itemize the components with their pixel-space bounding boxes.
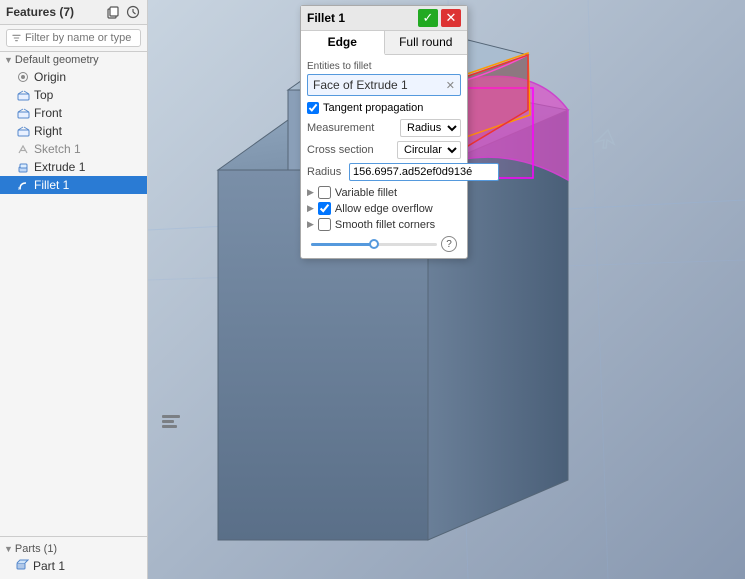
origin-icon [16, 70, 30, 84]
radius-input[interactable] [349, 163, 499, 181]
sidebar: Features (7) [0, 0, 148, 579]
tangent-propagation-checkbox[interactable] [307, 102, 319, 114]
smooth-fillet-corners-row: ▶ Smooth fillet corners [307, 218, 461, 231]
part-icon [16, 559, 29, 573]
viewport[interactable]: Right Fillet 1 ✓ ✕ Edge Full round E [148, 0, 745, 579]
tree-item-fillet1[interactable]: Fillet 1 [0, 176, 147, 194]
tree-item-extrude1[interactable]: Extrude 1 [0, 158, 147, 176]
entities-clear-button[interactable]: ✕ [446, 79, 455, 92]
fillet-tabs: Edge Full round [301, 31, 467, 55]
tangent-propagation-label: Tangent propagation [323, 102, 423, 114]
plane-icon-right [16, 124, 30, 138]
tree-item-front[interactable]: Front [0, 104, 147, 122]
variable-fillet-row: ▶ Variable fillet [307, 186, 461, 199]
slider-fill [311, 243, 374, 246]
help-button[interactable]: ? [441, 236, 457, 252]
sidebar-header-icons [105, 4, 141, 20]
allow-edge-overflow-checkbox[interactable] [318, 202, 331, 215]
entities-section-label: Entities to fillet [307, 61, 461, 72]
fillet-icon [16, 178, 30, 192]
smooth-fillet-label: Smooth fillet corners [335, 219, 435, 231]
radius-label: Radius [307, 166, 345, 178]
measurement-label: Measurement [307, 122, 374, 134]
tab-edge[interactable]: Edge [301, 31, 385, 55]
parts-section: ▼ Parts (1) Part 1 [0, 536, 147, 579]
align-icon[interactable] [160, 409, 182, 434]
sidebar-header: Features (7) [0, 0, 147, 25]
feature-tree: ▼ Default geometry Origin Top Front [0, 52, 147, 536]
slider-track[interactable] [311, 243, 437, 246]
variable-fillet-checkbox[interactable] [318, 186, 331, 199]
entities-box[interactable]: Face of Extrude 1 ✕ [307, 74, 461, 96]
default-geometry-section[interactable]: ▼ Default geometry [0, 52, 147, 68]
tab-full-round[interactable]: Full round [385, 31, 468, 54]
plane-icon-top [16, 88, 30, 102]
fillet-cancel-button[interactable]: ✕ [441, 9, 461, 27]
variable-fillet-label: Variable fillet [335, 187, 397, 199]
variable-fillet-expand[interactable]: ▶ [307, 187, 314, 198]
measurement-select[interactable]: Radius [400, 119, 461, 137]
slider-row: ? [307, 236, 461, 252]
smooth-fillet-checkbox[interactable] [318, 218, 331, 231]
measurement-row: Measurement Radius [307, 119, 461, 137]
cross-section-select[interactable]: Circular [397, 141, 461, 159]
tangent-propagation-row: Tangent propagation [307, 102, 461, 114]
filter-input[interactable] [25, 32, 135, 44]
sidebar-icon-copy[interactable] [105, 4, 121, 20]
parts-item-part1[interactable]: Part 1 [0, 557, 147, 575]
filter-bar [0, 25, 147, 52]
smooth-fillet-expand[interactable]: ▶ [307, 219, 314, 230]
extrude-icon [16, 160, 30, 174]
fillet-header-buttons: ✓ ✕ [418, 9, 461, 27]
fillet-confirm-button[interactable]: ✓ [418, 9, 438, 27]
entities-value: Face of Extrude 1 [313, 78, 408, 92]
cross-section-label: Cross section [307, 144, 374, 156]
tree-item-sketch1[interactable]: Sketch 1 [0, 140, 147, 158]
sketch-icon [16, 142, 30, 156]
tree-item-origin[interactable]: Origin [0, 68, 147, 86]
allow-edge-overflow-label: Allow edge overflow [335, 203, 433, 215]
tree-item-right[interactable]: Right [0, 122, 147, 140]
allow-edge-overflow-row: ▶ Allow edge overflow [307, 202, 461, 215]
filter-icon [12, 33, 21, 43]
fillet-panel: Fillet 1 ✓ ✕ Edge Full round Entities to… [300, 5, 468, 259]
fillet-panel-title: Fillet 1 [307, 11, 345, 25]
tree-item-top[interactable]: Top [0, 86, 147, 104]
plane-icon-front [16, 106, 30, 120]
features-title: Features (7) [6, 5, 74, 19]
parts-label[interactable]: ▼ Parts (1) [0, 541, 147, 557]
cross-section-row: Cross section Circular [307, 141, 461, 159]
fillet-body: Entities to fillet Face of Extrude 1 ✕ T… [301, 55, 467, 258]
allow-edge-overflow-expand[interactable]: ▶ [307, 203, 314, 214]
fillet-panel-header: Fillet 1 ✓ ✕ [301, 6, 467, 31]
radius-row: Radius [307, 163, 461, 181]
slider-thumb[interactable] [369, 239, 379, 249]
sidebar-icon-clock[interactable] [125, 4, 141, 20]
